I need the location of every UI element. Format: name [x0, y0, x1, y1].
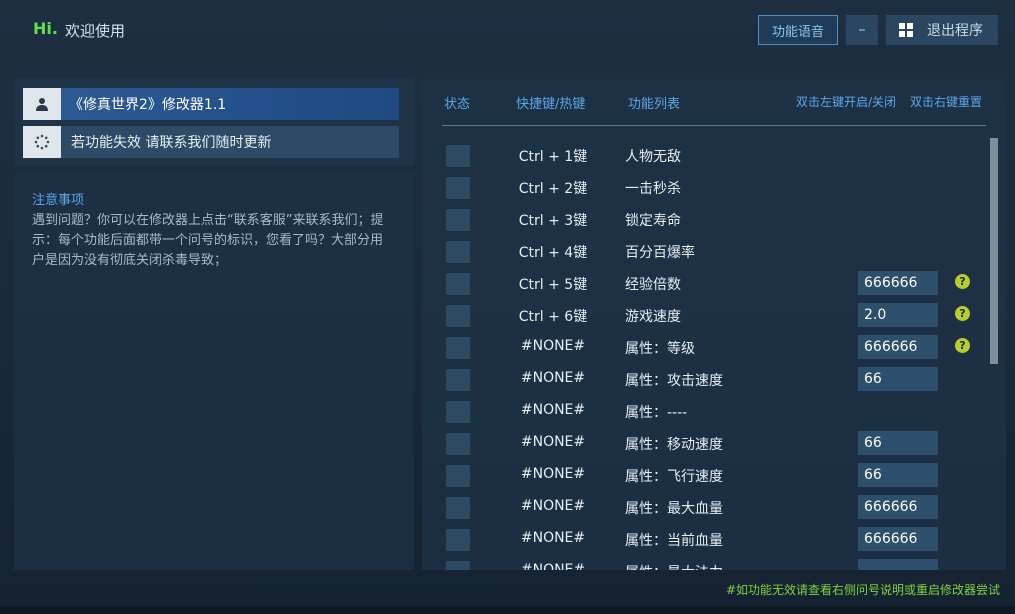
hotkey-label: #NONE#: [520, 466, 586, 482]
status-checkbox[interactable]: [446, 209, 470, 231]
feature-row[interactable]: #NONE# 属性：攻击速度 66: [422, 365, 1006, 397]
hotkey-label: #NONE#: [520, 434, 586, 450]
feature-list: Ctrl + 1键 人物无敌 Ctrl + 2键 一击秒杀 Ctrl + 3键 锁定寿命 C…: [422, 137, 1006, 570]
loading-icon: [23, 126, 61, 158]
feature-panel: 状态 快捷键/热键 功能列表 双击左键开启/关闭 双击右键重置 Ctrl + 1…: [422, 78, 1006, 570]
status-checkbox[interactable]: [446, 241, 470, 263]
value-input[interactable]: 2.0: [858, 303, 938, 327]
feature-label: 属性：----: [625, 405, 688, 421]
feature-label: 属性：移动速度: [625, 437, 723, 453]
hotkey-label: Ctrl + 2键: [518, 181, 588, 197]
feature-label: 经验倍数: [625, 277, 681, 293]
info-panel: 《修真世界2》修改器1.1 若功能失效 请联系我们随时更新: [14, 78, 414, 166]
feature-row[interactable]: Ctrl + 5键 经验倍数 666666?: [422, 269, 1006, 301]
value-input[interactable]: 66: [858, 367, 938, 391]
value-input[interactable]: 66: [858, 431, 938, 455]
feature-row[interactable]: #NONE# 属性：最大血量 666666: [422, 493, 1006, 525]
value-input[interactable]: 666666: [858, 335, 938, 359]
feature-row[interactable]: Ctrl + 1键 人物无敌: [422, 141, 1006, 173]
feature-label: 人物无敌: [625, 149, 681, 165]
value-input[interactable]: 666666: [858, 271, 938, 295]
feature-label: 游戏速度: [625, 309, 681, 325]
welcome-text: 欢迎使用: [65, 22, 126, 40]
hint-right-click: 双击右键重置: [910, 95, 983, 109]
bottom-strip: [0, 606, 1015, 614]
hotkey-label: Ctrl + 1键: [518, 149, 588, 165]
status-checkbox[interactable]: [446, 145, 470, 167]
status-checkbox[interactable]: [446, 305, 470, 327]
hint-left-click: 双击左键开启/关闭: [796, 95, 897, 109]
notice-row: 若功能失效 请联系我们随时更新: [23, 126, 399, 158]
value-input[interactable]: 666666: [858, 495, 938, 519]
feature-row[interactable]: Ctrl + 6键 游戏速度 2.0?: [422, 301, 1006, 333]
feature-label: 一击秒杀: [625, 181, 681, 197]
notes-title: 注意事项: [32, 193, 85, 208]
hotkey-label: #NONE#: [520, 402, 586, 418]
status-checkbox[interactable]: [446, 433, 470, 455]
value-input[interactable]: 66: [858, 463, 938, 487]
footer-note: #如功能无效请查看右侧问号说明或重启修改器尝试: [726, 583, 1001, 597]
column-hotkey: 快捷键/热键: [516, 97, 586, 112]
notes-body: 遇到问题？你可以在修改器上点击“联系客服”来联系我们；提示：每个功能后面都带一个…: [32, 213, 384, 268]
feature-row[interactable]: Ctrl + 3键 锁定寿命: [422, 205, 1006, 237]
status-checkbox[interactable]: [446, 337, 470, 359]
feature-row[interactable]: #NONE# 属性：最大法力: [422, 557, 1006, 570]
header-divider: [442, 125, 986, 126]
column-features: 功能列表: [628, 97, 681, 112]
feature-row[interactable]: #NONE# 属性：移动速度 66: [422, 429, 1006, 461]
notes-panel: 注意事项 遇到问题？你可以在修改器上点击“联系客服”来联系我们；提示：每个功能后…: [14, 172, 414, 570]
help-icon[interactable]: ?: [955, 338, 970, 353]
feature-label: 属性：最大法力: [625, 562, 723, 570]
voice-button[interactable]: 功能语音: [758, 15, 838, 45]
status-checkbox[interactable]: [446, 465, 470, 487]
feature-row[interactable]: #NONE# 属性：等级 666666?: [422, 333, 1006, 365]
hotkey-label: Ctrl + 6键: [518, 309, 588, 325]
feature-row[interactable]: #NONE# 属性：----: [422, 397, 1006, 429]
feature-row[interactable]: #NONE# 属性：当前血量 666666: [422, 525, 1006, 557]
help-icon[interactable]: ?: [955, 306, 970, 321]
value-input[interactable]: [858, 559, 938, 570]
hotkey-label: Ctrl + 3键: [518, 213, 588, 229]
status-checkbox[interactable]: [446, 561, 470, 570]
feature-label: 属性：飞行速度: [625, 469, 723, 485]
feature-row[interactable]: #NONE# 属性：飞行速度 66: [422, 461, 1006, 493]
hi-greeting: Hi.: [33, 19, 58, 38]
hotkey-label: #NONE#: [520, 530, 586, 546]
value-input[interactable]: 666666: [858, 527, 938, 551]
feature-label: 属性：当前血量: [625, 533, 723, 549]
feature-label: 属性：攻击速度: [625, 373, 723, 389]
feature-label: 属性：等级: [625, 341, 695, 357]
exit-button-label: 退出程序: [927, 23, 983, 39]
help-icon[interactable]: ?: [955, 274, 970, 289]
hotkey-label: #NONE#: [520, 338, 586, 354]
hotkey-label: #NONE#: [520, 370, 586, 386]
status-checkbox[interactable]: [446, 401, 470, 423]
header: Hi. 欢迎使用 功能语音 – 退出程序: [0, 0, 1015, 62]
status-checkbox[interactable]: [446, 529, 470, 551]
feature-label: 锁定寿命: [625, 213, 681, 229]
hotkey-label: Ctrl + 5键: [518, 277, 588, 293]
exit-button[interactable]: 退出程序: [886, 15, 998, 45]
feature-label: 百分百爆率: [625, 245, 695, 261]
feature-row[interactable]: Ctrl + 2键 一击秒杀: [422, 173, 1006, 205]
minimize-button[interactable]: –: [846, 15, 878, 45]
trainer-window: Hi. 欢迎使用 功能语音 – 退出程序 《修真世界2》修改器1.1 若功能失效…: [0, 0, 1015, 614]
game-title: 《修真世界2》修改器1.1: [61, 88, 399, 120]
notice-text: 若功能失效 请联系我们随时更新: [61, 126, 399, 158]
hotkey-label: #NONE#: [520, 498, 586, 514]
feature-label: 属性：最大血量: [625, 501, 723, 517]
windows-icon: [899, 23, 913, 37]
status-checkbox[interactable]: [446, 497, 470, 519]
status-checkbox[interactable]: [446, 177, 470, 199]
status-checkbox[interactable]: [446, 273, 470, 295]
user-icon: [23, 88, 61, 120]
scrollbar-thumb[interactable]: [990, 138, 998, 364]
status-checkbox[interactable]: [446, 369, 470, 391]
game-title-row: 《修真世界2》修改器1.1: [23, 88, 399, 120]
hotkey-label: #NONE#: [520, 562, 586, 570]
column-status: 状态: [444, 97, 471, 112]
feature-row[interactable]: Ctrl + 4键 百分百爆率: [422, 237, 1006, 269]
hotkey-label: Ctrl + 4键: [518, 245, 588, 261]
